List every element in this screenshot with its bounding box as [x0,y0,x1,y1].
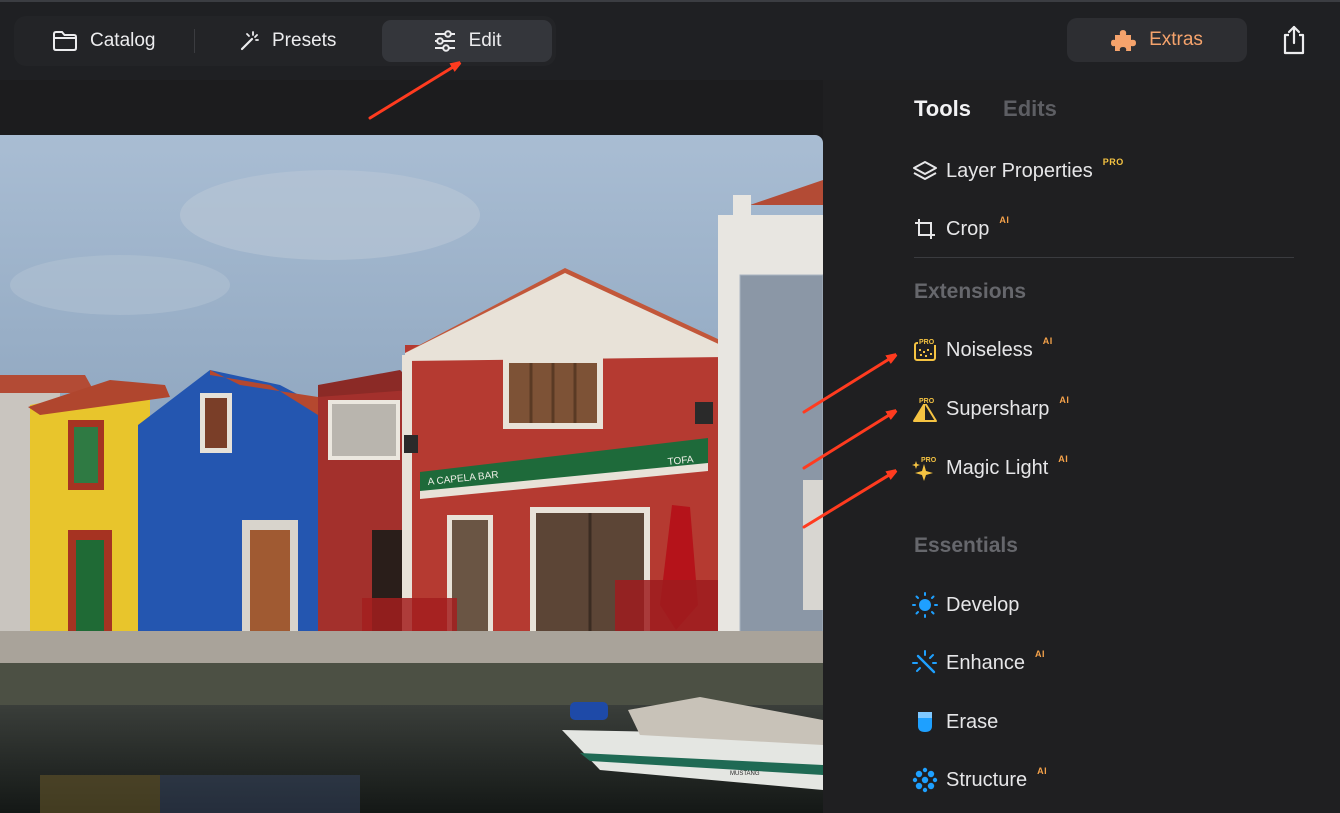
ai-badge: AI [1034,649,1045,659]
essential-label: Enhance [946,651,1025,674]
sliders-icon [434,30,455,52]
ai-badge: AI [1058,454,1069,464]
tool-crop[interactable]: Crop AI [912,211,1009,247]
tab-edits[interactable]: Edits [1003,96,1057,122]
essential-develop[interactable]: Develop [912,587,1019,623]
svg-text:PRO: PRO [921,457,937,464]
extras-label: Extras [1149,29,1203,50]
crop-icon [912,216,938,242]
ai-badge: AI [999,215,1010,225]
supersharp-icon: PRO [912,396,938,422]
magic-light-icon: PRO [912,455,938,481]
svg-text:PRO: PRO [919,398,935,405]
essential-label: Erase [946,710,999,733]
photo-canvas[interactable]: A CAPELA BAR TOFA MUSTANG [0,135,823,813]
essential-structure[interactable]: Structure AI [912,762,1047,798]
ai-badge: AI [1037,766,1048,776]
erase-icon [912,709,938,735]
essentials-heading: Essentials [914,534,1018,557]
essential-label: Develop [946,593,1020,616]
panel-tabs: Tools Edits [914,96,1057,122]
develop-icon [912,592,938,618]
mode-segmented-control: Catalog Presets Edit [14,16,556,66]
enhance-icon [912,650,938,676]
section-divider [914,257,1294,258]
noiseless-icon: PRO [912,337,938,363]
extension-label: Magic Light [946,456,1049,479]
folder-icon [53,31,77,51]
extension-magic-light[interactable]: PRO Magic Light AI [912,450,1068,486]
tab-tools[interactable]: Tools [914,96,971,122]
edit-button[interactable]: Edit [382,20,552,62]
share-icon[interactable] [1280,24,1308,56]
extension-label: Noiseless [946,338,1033,361]
catalog-button[interactable]: Catalog [32,20,176,62]
extension-noiseless[interactable]: PRO Noiseless AI [912,332,1053,368]
edit-label: Edit [468,30,502,51]
side-panel [823,80,1340,813]
essential-enhance[interactable]: Enhance AI [912,645,1045,681]
tool-layer-properties[interactable]: Layer Properties PRO [912,153,1124,189]
photo-image: A CAPELA BAR TOFA MUSTANG [0,135,823,813]
svg-text:PRO: PRO [919,339,935,346]
extension-supersharp[interactable]: PRO Supersharp AI [912,391,1069,427]
presets-label: Presets [272,30,337,51]
pro-badge: PRO [1102,157,1124,167]
boat-name-text: MUSTANG [730,771,760,777]
extensions-heading: Extensions [914,280,1027,303]
presets-button[interactable]: Presets [218,20,356,62]
structure-icon [912,767,938,793]
top-toolbar: Catalog Presets Edit Extras [0,2,1340,80]
catalog-label: Catalog [90,30,156,51]
extension-label: Supersharp [946,397,1050,420]
extras-button[interactable]: Extras [1067,18,1247,62]
ai-badge: AI [1059,395,1070,405]
tool-label: Layer Properties [946,159,1093,182]
ai-badge: AI [1042,336,1053,346]
layers-icon [912,158,938,184]
essential-erase[interactable]: Erase [912,704,998,740]
segment-divider [194,29,195,53]
tool-label: Crop [946,217,990,240]
magic-wand-icon [240,31,259,51]
puzzle-icon [1111,30,1137,51]
essential-label: Structure [946,768,1028,791]
